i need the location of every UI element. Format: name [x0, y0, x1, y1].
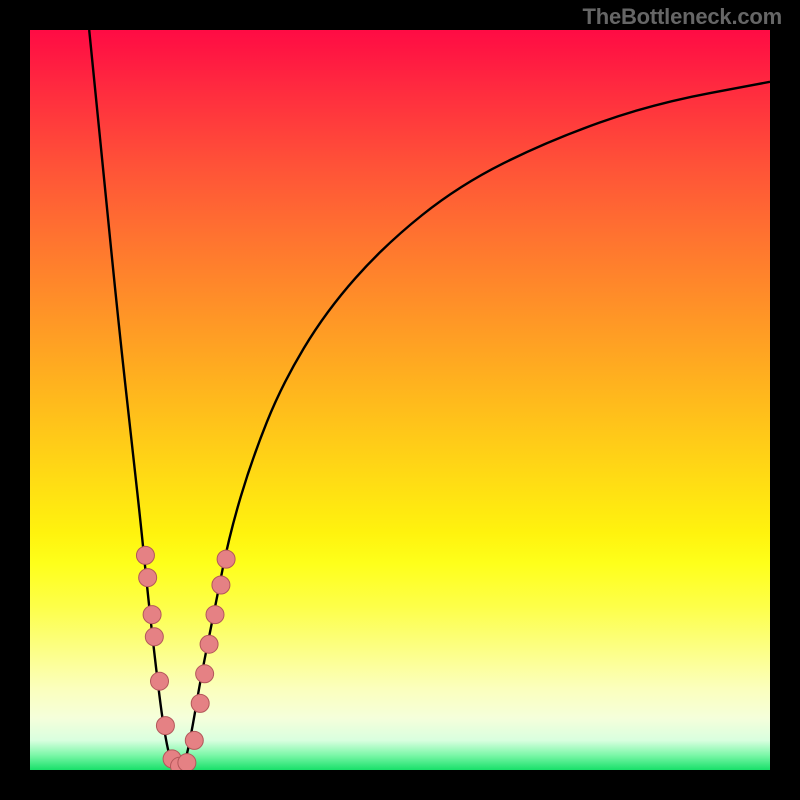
data-dot [185, 731, 203, 749]
data-dots [136, 546, 235, 770]
data-dot [212, 576, 230, 594]
curve-layer [30, 30, 770, 770]
watermark-text: TheBottleneck.com [582, 4, 782, 30]
data-dot [151, 672, 169, 690]
curve-path [89, 30, 770, 768]
plot-area [30, 30, 770, 770]
data-dot [200, 635, 218, 653]
bottleneck-curve [89, 30, 770, 768]
data-dot [156, 717, 174, 735]
data-dot [196, 665, 214, 683]
data-dot [217, 550, 235, 568]
data-dot [206, 606, 224, 624]
data-dot [178, 754, 196, 770]
data-dot [143, 606, 161, 624]
data-dot [191, 694, 209, 712]
data-dot [136, 546, 154, 564]
chart-frame: TheBottleneck.com [0, 0, 800, 800]
data-dot [139, 569, 157, 587]
data-dot [145, 628, 163, 646]
